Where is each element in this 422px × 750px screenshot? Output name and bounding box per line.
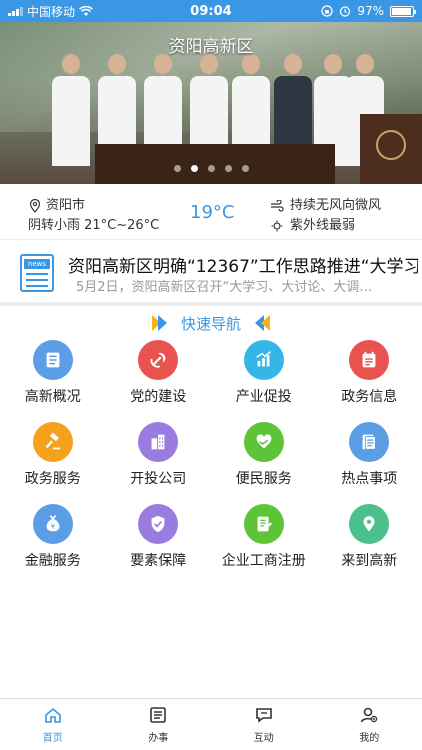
quick-nav-item[interactable]: ¥ 金融服务 bbox=[0, 504, 106, 580]
news-headline[interactable]: news 资阳高新区明确“12367”工作思路推进“大学习 5月2日，资阳高新区… bbox=[0, 242, 422, 302]
quick-nav-label: 开投公司 bbox=[130, 471, 187, 487]
status-time: 09:04 bbox=[190, 3, 232, 19]
bar-chart-icon bbox=[243, 340, 284, 380]
tab-label: 互动 bbox=[253, 733, 274, 744]
tab-list[interactable]: 办事 bbox=[106, 699, 212, 750]
quick-nav-label: 高新概况 bbox=[24, 389, 81, 405]
carousel-dot[interactable] bbox=[173, 165, 181, 172]
quick-nav-label: 热点事项 bbox=[341, 471, 398, 487]
location-icon bbox=[349, 504, 390, 544]
quick-nav-item[interactable]: 便民服务 bbox=[211, 422, 317, 498]
quick-nav-grid: 高新概况 党的建设 产业促投 政务信息政务服务 开投公司 便民服务 热点事项 ¥ 金融服务 要素保… bbox=[0, 340, 422, 580]
tab-label: 办事 bbox=[148, 733, 169, 744]
tab-label: 首页 bbox=[42, 733, 63, 744]
double-arrow-right-icon bbox=[151, 315, 167, 331]
news-icon-label: news bbox=[24, 259, 50, 269]
quick-nav-item[interactable]: 政务信息 bbox=[317, 340, 422, 416]
list-icon bbox=[32, 340, 73, 380]
money-bag-icon: ¥ bbox=[32, 504, 73, 544]
news-title[interactable]: 资阳高新区明确“12367”工作思路推进“大学习 bbox=[68, 252, 418, 277]
banner-carousel[interactable]: 资阳高新区 bbox=[0, 22, 422, 184]
quick-nav-label: 企业工商注册 bbox=[221, 553, 306, 569]
quick-nav-item[interactable]: 党的建设 bbox=[106, 340, 212, 416]
quick-nav-item[interactable]: 企业工商注册 bbox=[211, 504, 317, 580]
quick-nav-label: 产业促投 bbox=[235, 389, 292, 405]
heart-hand-icon bbox=[243, 422, 284, 462]
svg-text:¥: ¥ bbox=[50, 522, 55, 531]
quick-nav-label: 要素保障 bbox=[130, 553, 187, 569]
podium bbox=[360, 114, 422, 184]
bottom-tab-bar: 首页 办事 互动 我的 bbox=[0, 698, 422, 750]
uv-info: 紫外线最弱 bbox=[290, 218, 356, 233]
carousel-dot[interactable] bbox=[190, 165, 198, 172]
quick-nav-header: 快速导航 bbox=[0, 310, 422, 336]
signing-table bbox=[95, 144, 335, 184]
gavel-icon bbox=[32, 422, 73, 462]
home-screen: 中国移动 09:04 97% 资阳高新区 资阳市 阴转小雨 21°C~26°C … bbox=[0, 0, 422, 750]
wind-icon bbox=[271, 200, 284, 212]
carousel-dot[interactable] bbox=[207, 165, 215, 172]
home-icon bbox=[44, 707, 61, 723]
current-temperature: 19°C bbox=[190, 202, 235, 223]
quick-nav-label: 便民服务 bbox=[235, 471, 292, 487]
section-divider bbox=[0, 302, 422, 306]
battery-icon bbox=[390, 5, 416, 17]
status-bar: 中国移动 09:04 97% bbox=[0, 0, 422, 22]
quick-nav-item[interactable]: 热点事项 bbox=[317, 422, 422, 498]
quick-nav-label: 政务服务 bbox=[24, 471, 81, 487]
quick-nav-item[interactable]: 来到高新 bbox=[317, 504, 422, 580]
shield-check-icon bbox=[138, 504, 179, 544]
quick-nav-item[interactable]: 产业促投 bbox=[211, 340, 317, 416]
tab-chat[interactable]: 互动 bbox=[211, 699, 317, 750]
tab-user[interactable]: 我的 bbox=[317, 699, 422, 750]
chat-icon bbox=[255, 708, 272, 723]
form-icon bbox=[243, 504, 284, 544]
quick-nav-label: 金融服务 bbox=[24, 553, 81, 569]
quick-nav-item[interactable]: 政务服务 bbox=[0, 422, 106, 498]
banner-title: 资阳高新区 bbox=[168, 37, 254, 57]
document-icon bbox=[349, 422, 390, 462]
quick-nav-item[interactable]: 开投公司 bbox=[106, 422, 212, 498]
weather-condition: 阴转小雨 21°C~26°C bbox=[28, 218, 160, 233]
quick-nav-item[interactable]: 要素保障 bbox=[106, 504, 212, 580]
carousel-dot[interactable] bbox=[241, 165, 249, 172]
list-icon bbox=[150, 707, 167, 723]
weather-panel: 资阳市 阴转小雨 21°C~26°C 19°C 持续无风向微风 紫外线最弱 bbox=[0, 184, 422, 240]
news-icon: news bbox=[20, 254, 54, 292]
calendar-icon bbox=[349, 340, 390, 380]
quick-nav-label: 来到高新 bbox=[341, 553, 398, 569]
quick-nav-title: 快速导航 bbox=[180, 314, 241, 333]
double-arrow-left-icon bbox=[255, 315, 270, 331]
quick-nav-item[interactable]: 高新概况 bbox=[0, 340, 106, 416]
tab-label: 我的 bbox=[359, 733, 380, 744]
carousel-dot[interactable] bbox=[224, 165, 232, 172]
wind-info: 持续无风向微风 bbox=[290, 198, 382, 213]
carousel-indicator[interactable] bbox=[0, 165, 422, 172]
tab-home[interactable]: 首页 bbox=[0, 699, 106, 750]
party-emblem-icon bbox=[138, 340, 179, 380]
location-pin-icon bbox=[29, 199, 41, 213]
user-icon bbox=[360, 707, 378, 723]
quick-nav-label: 政务信息 bbox=[341, 389, 398, 405]
weather-city: 资阳市 bbox=[46, 198, 86, 213]
quick-nav-label: 党的建设 bbox=[130, 389, 187, 405]
building-icon bbox=[138, 422, 179, 462]
uv-icon bbox=[271, 220, 283, 232]
news-summary: 5月2日，资阳高新区召开“大学习、大讨论、大调… bbox=[76, 280, 373, 295]
